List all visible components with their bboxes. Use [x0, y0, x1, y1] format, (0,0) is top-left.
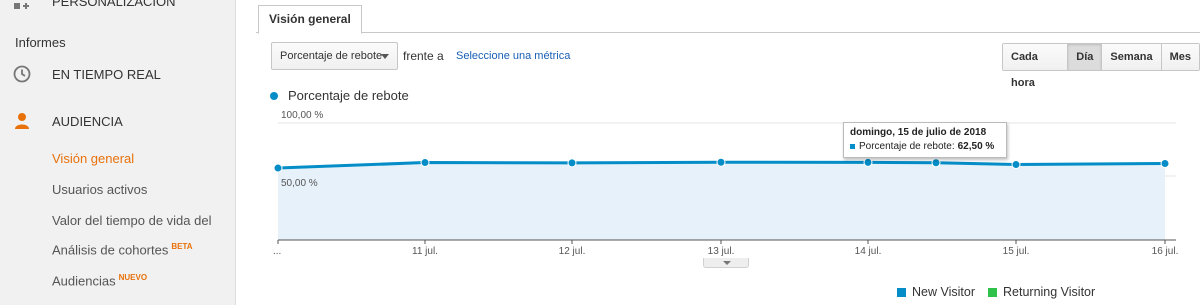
tooltip-series-swatch	[850, 144, 855, 149]
sidebar-subitem-lifetime-value[interactable]: Valor del tiempo de vida del	[52, 213, 211, 228]
dashboard-plus-icon	[14, 3, 29, 9]
data-point	[273, 163, 283, 173]
data-point	[420, 158, 430, 168]
tooltip-date: domingo, 15 de julio de 2018	[850, 127, 987, 138]
sidebar-subitem-cohort-analysis[interactable]: Análisis de cohortes BETA	[52, 242, 193, 257]
data-point	[863, 157, 873, 167]
legend-label: Returning Visitor	[1003, 285, 1096, 299]
legend-returning-visitor: Returning Visitor	[988, 285, 1095, 299]
tooltip-metric: Porcentaje de rebote:	[859, 141, 955, 152]
legend-label: New Visitor	[912, 285, 975, 299]
legend-new-visitor: New Visitor	[897, 285, 975, 299]
x-tick-label: 13 jul.	[708, 246, 735, 257]
x-tick-label: 12 jul.	[559, 246, 586, 257]
x-tick-label: 11 jul.	[412, 246, 438, 257]
new-badge: NUEVO	[118, 273, 148, 282]
sidebar-item-label: AUDIENCIA	[52, 114, 123, 129]
main-panel: Visión general Porcentaje de rebote fren…	[236, 0, 1200, 305]
x-tick-label: 14 jul.	[855, 246, 882, 257]
y-tick-label: 100,00 %	[281, 110, 323, 121]
person-icon	[15, 113, 29, 129]
legend-swatch	[988, 287, 997, 297]
sidebar-item-audience[interactable]: AUDIENCIA	[0, 110, 236, 132]
sidebar-item-label: EN TIEMPO REAL	[52, 67, 161, 82]
line-chart: 100,00 % 50,00 %... 11 jul. 12 jul. 13 jul. 1…	[273, 110, 1179, 257]
sidebar-subitem-overview[interactable]: Visión general	[52, 151, 134, 166]
data-point	[716, 157, 726, 167]
reports-section-title: Informes	[15, 35, 66, 50]
data-point	[567, 158, 577, 168]
sidebar-subitem-label: Audiencias	[52, 273, 116, 289]
chevron-down-icon	[723, 261, 731, 265]
sidebar-subitem-active-users[interactable]: Usuarios activos	[52, 182, 147, 197]
legend-swatch	[897, 287, 906, 297]
clock-icon	[13, 65, 31, 83]
series-area	[278, 162, 1165, 240]
data-point	[1011, 160, 1021, 170]
sidebar-item-personalization[interactable]: PERSONALIZACIÓN	[0, 0, 236, 14]
sidebar-subitem-label: Análisis de cohortes	[52, 242, 169, 258]
sidebar-item-realtime[interactable]: EN TIEMPO REAL	[0, 63, 236, 85]
x-tick-label: 16 jul.	[1152, 246, 1179, 257]
sidebar: PERSONALIZACIÓN Informes EN TIEMPO REAL …	[0, 0, 236, 305]
chart-tooltip: domingo, 15 de julio de 2018 Porcentaje …	[843, 122, 1007, 158]
sidebar-subitem-audiences[interactable]: Audiencias NUEVO	[52, 273, 147, 288]
data-point	[931, 158, 941, 168]
data-point	[1160, 158, 1170, 168]
chart-collapse-handle[interactable]	[703, 258, 749, 268]
y-tick-label: 50,00 %	[281, 178, 318, 189]
x-tick-label: 15 jul.	[1003, 246, 1030, 257]
tooltip-value: 62,50 %	[957, 141, 995, 152]
x-tick-label: ...	[273, 246, 281, 257]
sidebar-item-label: PERSONALIZACIÓN	[52, 0, 176, 9]
beta-badge: BETA	[171, 242, 193, 251]
